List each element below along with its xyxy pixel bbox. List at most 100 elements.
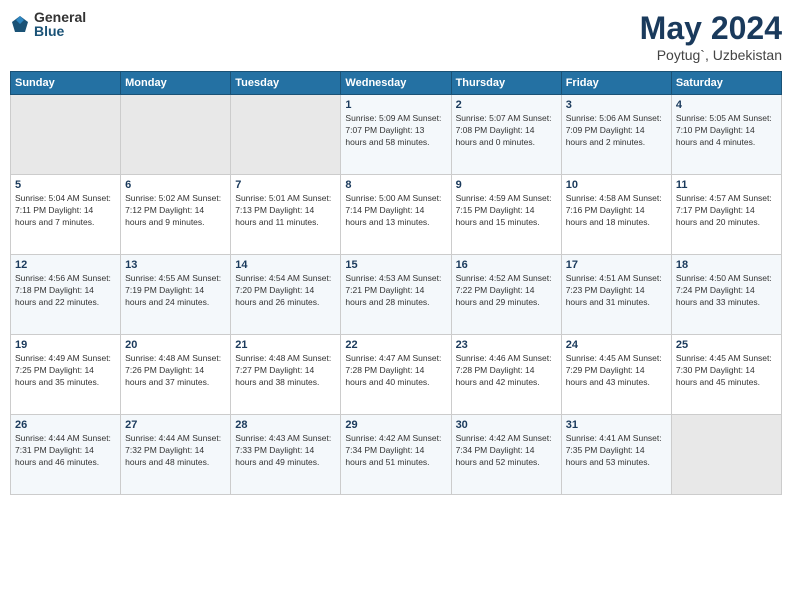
page: General Blue May 2024 Poytug`, Uzbekista… [0,0,792,612]
week-row-1: 1 Sunrise: 5:09 AM Sunset: 7:07 PM Daylig… [11,95,782,175]
week-row-2: 5 Sunrise: 5:04 AM Sunset: 7:11 PM Daylig… [11,175,782,255]
day-info: Sunrise: 5:06 AM Sunset: 7:09 PM Dayligh… [566,113,667,149]
header-friday: Friday [561,72,671,95]
day-info: Sunrise: 4:42 AM Sunset: 7:34 PM Dayligh… [456,433,557,469]
header-sunday: Sunday [11,72,121,95]
day-cell: 29Sunrise: 4:42 AM Sunset: 7:34 PM Dayli… [341,415,451,495]
day-number: 18 [676,259,777,271]
day-number: 29 [345,419,446,431]
day-cell: 10Sunrise: 4:58 AM Sunset: 7:16 PM Dayli… [561,175,671,255]
day-cell: 18Sunrise: 4:50 AM Sunset: 7:24 PM Dayli… [671,255,781,335]
day-number: 10 [566,179,667,191]
day-info: Sunrise: 5:05 AM Sunset: 7:10 PM Dayligh… [676,113,777,149]
day-cell: 14 Sunrise: 4:54 AM Sunset: 7:20 PM Dayli… [231,255,341,335]
day-info: Sunrise: 5:00 AM Sunset: 7:14 PM Dayligh… [345,193,446,229]
day-cell: 16 Sunrise: 4:52 AM Sunset: 7:22 PM Dayli… [451,255,561,335]
day-info: Sunrise: 4:52 AM Sunset: 7:22 PM Dayligh… [456,273,557,309]
calendar-subtitle: Poytug`, Uzbekistan [640,47,782,63]
day-info: Sunrise: 4:44 AM Sunset: 7:32 PM Dayligh… [125,433,226,469]
day-cell: 15 Sunrise: 4:53 AM Sunset: 7:21 PM Dayli… [341,255,451,335]
day-number: 13 [125,259,226,271]
day-info: Sunrise: 4:45 AM Sunset: 7:30 PM Dayligh… [676,353,777,389]
day-info: Sunrise: 5:09 AM Sunset: 7:07 PM Dayligh… [345,113,446,149]
day-info: Sunrise: 4:53 AM Sunset: 7:21 PM Dayligh… [345,273,446,309]
day-info: Sunrise: 4:44 AM Sunset: 7:31 PM Dayligh… [15,433,116,469]
day-number: 3 [566,99,667,111]
day-number: 30 [456,419,557,431]
calendar-body: 1 Sunrise: 5:09 AM Sunset: 7:07 PM Daylig… [11,95,782,495]
day-number: 14 [235,259,336,271]
day-number: 15 [345,259,446,271]
day-cell [231,95,341,175]
header-saturday: Saturday [671,72,781,95]
calendar-table: Sunday Monday Tuesday Wednesday Thursday… [10,71,782,495]
logo-icon [10,14,30,34]
day-number: 17 [566,259,667,271]
day-cell: 23Sunrise: 4:46 AM Sunset: 7:28 PM Dayli… [451,335,561,415]
day-cell: 26 Sunrise: 4:44 AM Sunset: 7:31 PM Dayli… [11,415,121,495]
calendar-header: Sunday Monday Tuesday Wednesday Thursday… [11,72,782,95]
day-cell: 24 Sunrise: 4:45 AM Sunset: 7:29 PM Dayli… [561,335,671,415]
day-number: 20 [125,339,226,351]
day-number: 24 [566,339,667,351]
day-cell [11,95,121,175]
day-number: 6 [125,179,226,191]
day-cell: 4Sunrise: 5:05 AM Sunset: 7:10 PM Daylig… [671,95,781,175]
header-row: Sunday Monday Tuesday Wednesday Thursday… [11,72,782,95]
day-number: 31 [566,419,667,431]
day-number: 12 [15,259,116,271]
day-cell: 17Sunrise: 4:51 AM Sunset: 7:23 PM Dayli… [561,255,671,335]
day-cell [121,95,231,175]
day-cell: 25 Sunrise: 4:45 AM Sunset: 7:30 PM Dayli… [671,335,781,415]
day-number: 1 [345,99,446,111]
day-info: Sunrise: 4:54 AM Sunset: 7:20 PM Dayligh… [235,273,336,309]
header-thursday: Thursday [451,72,561,95]
day-info: Sunrise: 4:41 AM Sunset: 7:35 PM Dayligh… [566,433,667,469]
day-number: 28 [235,419,336,431]
day-info: Sunrise: 4:45 AM Sunset: 7:29 PM Dayligh… [566,353,667,389]
day-cell: 8 Sunrise: 5:00 AM Sunset: 7:14 PM Daylig… [341,175,451,255]
day-cell: 21 Sunrise: 4:48 AM Sunset: 7:27 PM Dayli… [231,335,341,415]
day-number: 5 [15,179,116,191]
logo: General Blue [10,10,86,38]
day-cell: 9 Sunrise: 4:59 AM Sunset: 7:15 PM Daylig… [451,175,561,255]
week-row-3: 12 Sunrise: 4:56 AM Sunset: 7:18 PM Dayli… [11,255,782,335]
day-number: 21 [235,339,336,351]
day-cell: 3 Sunrise: 5:06 AM Sunset: 7:09 PM Daylig… [561,95,671,175]
day-info: Sunrise: 4:48 AM Sunset: 7:26 PM Dayligh… [125,353,226,389]
header: General Blue May 2024 Poytug`, Uzbekista… [10,10,782,63]
day-number: 27 [125,419,226,431]
day-number: 16 [456,259,557,271]
day-cell: 11 Sunrise: 4:57 AM Sunset: 7:17 PM Dayli… [671,175,781,255]
day-info: Sunrise: 4:57 AM Sunset: 7:17 PM Dayligh… [676,193,777,229]
day-number: 7 [235,179,336,191]
day-cell: 27 Sunrise: 4:44 AM Sunset: 7:32 PM Dayli… [121,415,231,495]
day-number: 11 [676,179,777,191]
header-wednesday: Wednesday [341,72,451,95]
day-info: Sunrise: 5:04 AM Sunset: 7:11 PM Dayligh… [15,193,116,229]
day-number: 2 [456,99,557,111]
day-info: Sunrise: 4:47 AM Sunset: 7:28 PM Dayligh… [345,353,446,389]
day-cell: 2 Sunrise: 5:07 AM Sunset: 7:08 PM Daylig… [451,95,561,175]
day-cell: 1 Sunrise: 5:09 AM Sunset: 7:07 PM Daylig… [341,95,451,175]
day-info: Sunrise: 4:59 AM Sunset: 7:15 PM Dayligh… [456,193,557,229]
day-info: Sunrise: 5:07 AM Sunset: 7:08 PM Dayligh… [456,113,557,149]
day-number: 9 [456,179,557,191]
day-number: 8 [345,179,446,191]
day-info: Sunrise: 4:48 AM Sunset: 7:27 PM Dayligh… [235,353,336,389]
day-number: 25 [676,339,777,351]
logo-blue: Blue [34,24,86,38]
day-cell: 30 Sunrise: 4:42 AM Sunset: 7:34 PM Dayli… [451,415,561,495]
day-cell: 31 Sunrise: 4:41 AM Sunset: 7:35 PM Dayli… [561,415,671,495]
day-info: Sunrise: 4:55 AM Sunset: 7:19 PM Dayligh… [125,273,226,309]
day-cell: 19Sunrise: 4:49 AM Sunset: 7:25 PM Dayli… [11,335,121,415]
calendar-title: May 2024 [640,10,782,47]
day-number: 26 [15,419,116,431]
header-tuesday: Tuesday [231,72,341,95]
header-monday: Monday [121,72,231,95]
day-cell: 6Sunrise: 5:02 AM Sunset: 7:12 PM Daylig… [121,175,231,255]
day-cell: 12 Sunrise: 4:56 AM Sunset: 7:18 PM Dayli… [11,255,121,335]
day-cell: 28Sunrise: 4:43 AM Sunset: 7:33 PM Dayli… [231,415,341,495]
day-info: Sunrise: 4:56 AM Sunset: 7:18 PM Dayligh… [15,273,116,309]
day-cell: 5 Sunrise: 5:04 AM Sunset: 7:11 PM Daylig… [11,175,121,255]
